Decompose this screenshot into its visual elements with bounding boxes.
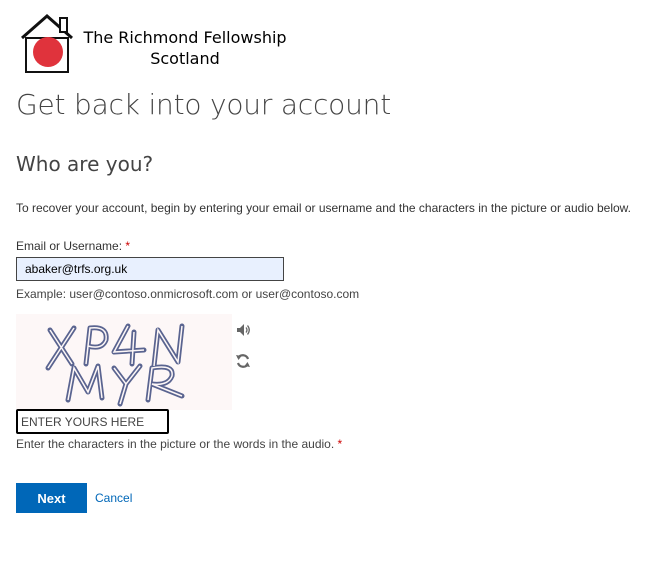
org-name-line-1: The Richmond Fellowship (83, 28, 287, 47)
org-logo: The Richmond Fellowship Scotland (18, 14, 318, 78)
refresh-icon[interactable] (235, 353, 251, 369)
captcha-input[interactable] (16, 409, 169, 434)
org-name-line-2: Scotland (150, 49, 220, 68)
page-title: Get back into your account (16, 88, 391, 121)
next-button[interactable]: Next (16, 483, 87, 513)
required-marker: * (125, 239, 131, 253)
intro-text: To recover your account, begin by enteri… (16, 201, 632, 215)
email-hint: Example: user@contoso.onmicrosoft.com or… (16, 287, 360, 301)
captcha-hint: Enter the characters in the picture or t… (16, 437, 342, 451)
email-label-text: Email or Username: (16, 239, 123, 253)
cancel-link[interactable]: Cancel (95, 491, 132, 505)
email-field-label: Email or Username: * (16, 239, 130, 253)
captcha-image (16, 314, 232, 410)
email-input[interactable] (16, 257, 284, 281)
house-logo-icon (21, 14, 73, 73)
org-name: The Richmond Fellowship Scotland (80, 27, 290, 69)
captcha-hint-text: Enter the characters in the picture or t… (16, 437, 335, 451)
page-subtitle: Who are you? (16, 152, 154, 176)
speaker-icon[interactable] (235, 322, 251, 338)
required-marker: * (337, 437, 343, 451)
captcha-distorted-text (16, 314, 232, 410)
